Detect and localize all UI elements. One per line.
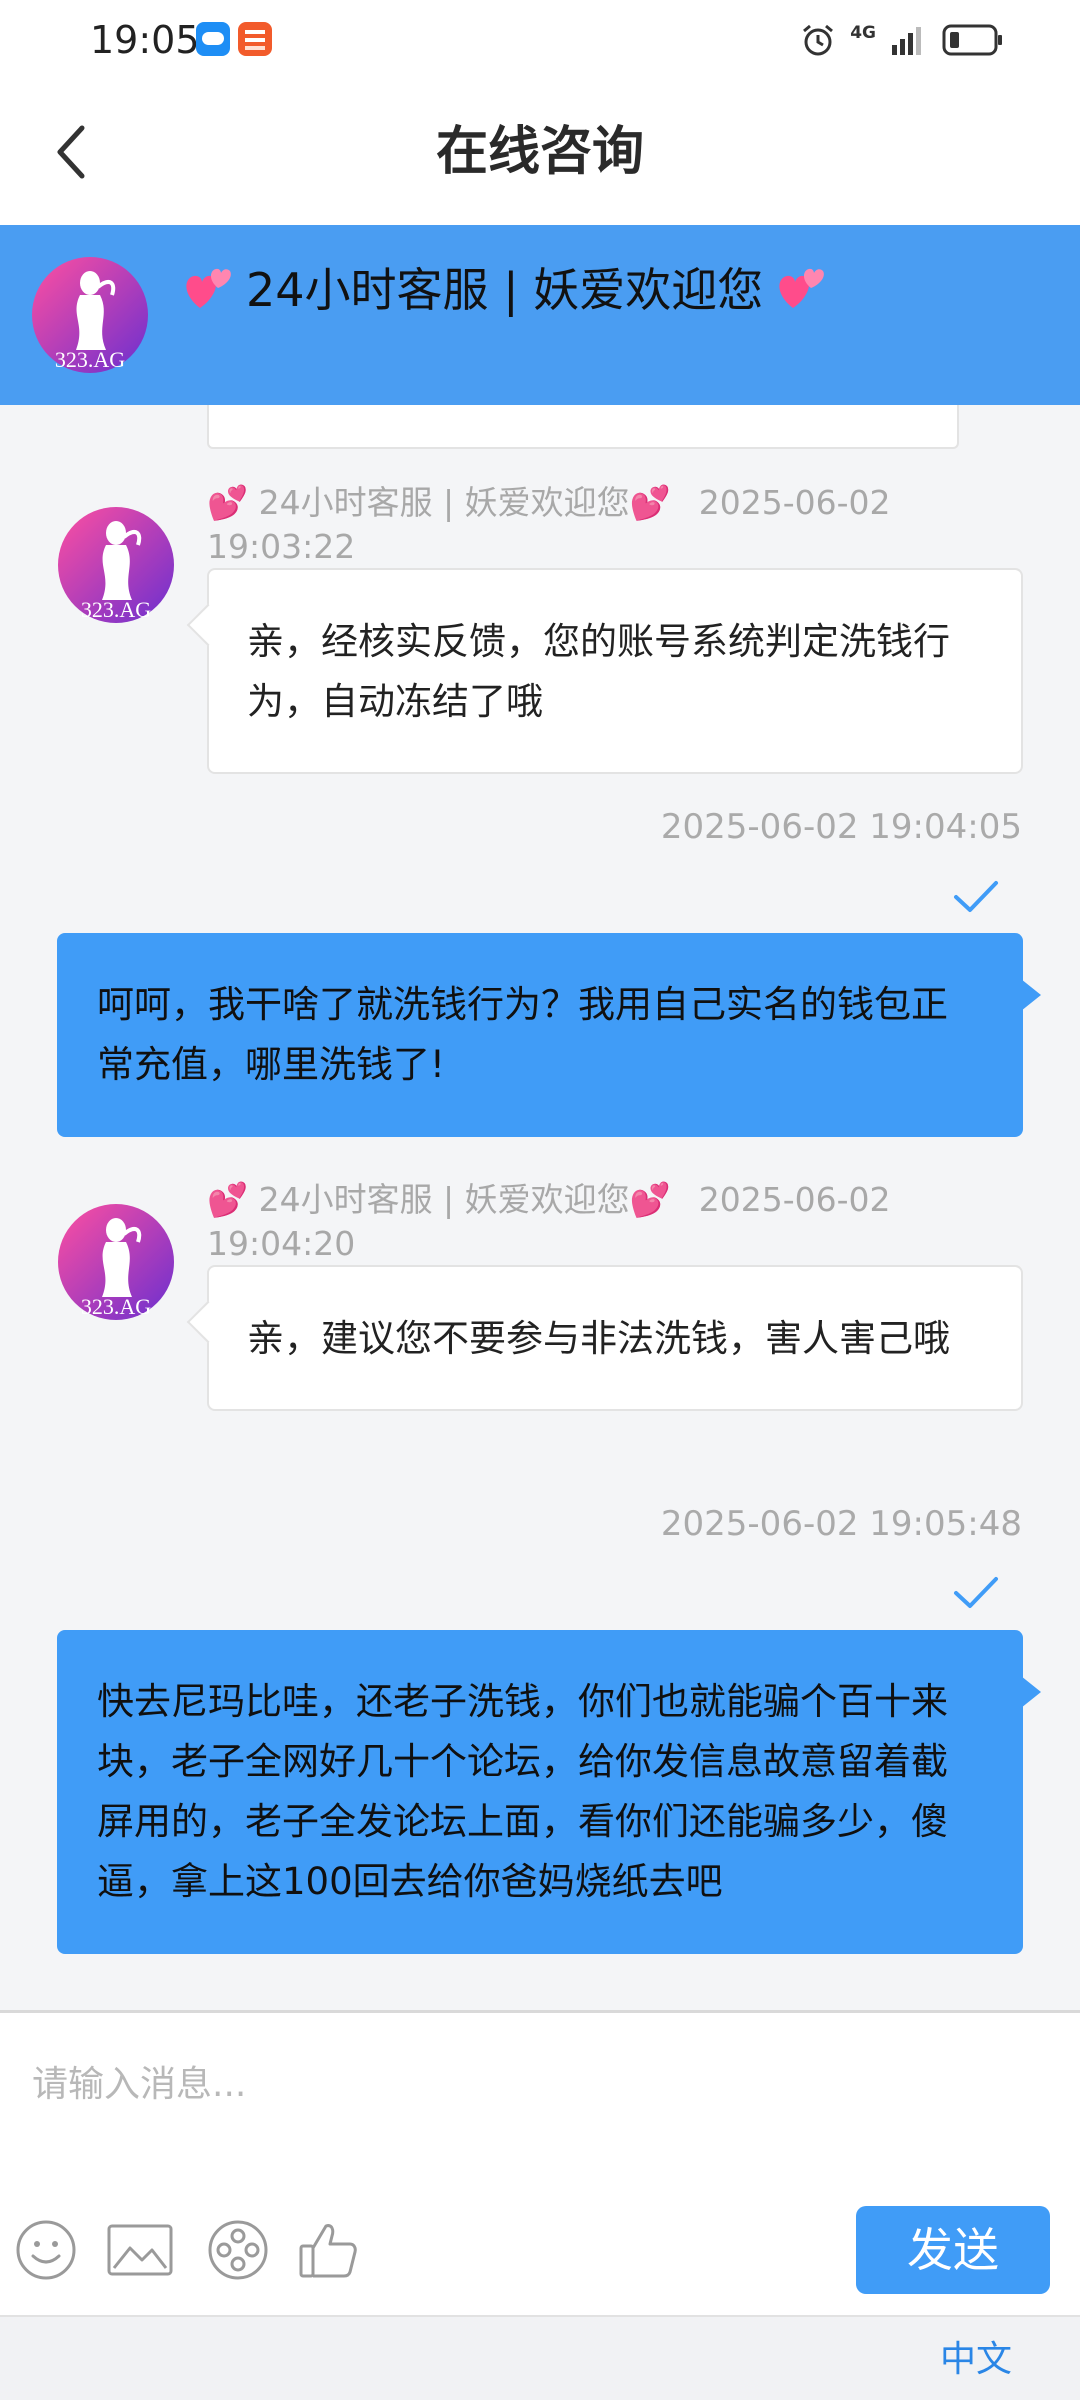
- banner-title-text: 24小时客服 | 妖爱欢迎您: [246, 263, 764, 317]
- emoji-icon[interactable]: [14, 2218, 78, 2282]
- service-avatar: 323.AG: [58, 507, 174, 623]
- message-time: 2025-06-02 19:04:05: [660, 807, 1022, 847]
- avatar-caption: 323.AG: [55, 347, 125, 372]
- status-time: 19:05: [90, 18, 200, 62]
- check-icon: [954, 881, 998, 912]
- message-time: 2025-06-02 19:05:48: [660, 1504, 1022, 1544]
- hearts-icon: [779, 268, 825, 308]
- video-icon[interactable]: [206, 2218, 270, 2282]
- image-icon[interactable]: [106, 2218, 174, 2282]
- title-bar: 在线咨询: [0, 80, 1080, 225]
- message-text: 亲，经核实反馈，您的账号系统判定洗钱行为，自动冻结了哦: [247, 620, 950, 723]
- chat-list[interactable]: 323.AG 💕 24小时客服 | 妖爱欢迎您💕 2025-06-02 19:03…: [0, 405, 1080, 2010]
- message-text: 亲，建议您不要参与非法洗钱，害人害己哦: [247, 1317, 950, 1360]
- send-button[interactable]: 发送: [856, 2206, 1050, 2294]
- signal-icon: [892, 27, 921, 55]
- incoming-message-bubble[interactable]: 亲，建议您不要参与非法洗钱，害人害己哦: [207, 1265, 1023, 1411]
- bottom-bar: 中文: [0, 2315, 1080, 2400]
- service-avatar: 323.AG: [32, 257, 148, 373]
- service-banner: 323.AG 24小时客服 | 妖爱欢迎您: [0, 225, 1080, 405]
- avatar-caption: 323.AG: [81, 597, 151, 622]
- sender-name: 💕 24小时客服 | 妖爱欢迎您💕: [207, 1180, 671, 1219]
- message-input[interactable]: [30, 2053, 1034, 2115]
- message-meta: 💕 24小时客服 | 妖爱欢迎您💕 2025-06-02 19:03:22: [207, 481, 1007, 569]
- hearts-icon: [186, 268, 231, 308]
- banner-title: 24小时客服 | 妖爱欢迎您: [180, 255, 829, 325]
- language-toggle[interactable]: 中文: [940, 2337, 1012, 2383]
- alarm-icon: [803, 24, 834, 56]
- sender-name: 💕 24小时客服 | 妖爱欢迎您💕: [207, 483, 671, 522]
- message-meta: 💕 24小时客服 | 妖爱欢迎您💕 2025-06-02 19:04:20: [207, 1178, 1007, 1266]
- message-text: 快去尼玛比哇，还老子洗钱，你们也就能骗个百十来块，老子全网好几十个论坛，给你发信…: [97, 1680, 948, 1903]
- outgoing-message-bubble[interactable]: 快去尼玛比哇，还老子洗钱，你们也就能骗个百十来块，老子全网好几十个论坛，给你发信…: [57, 1630, 1041, 1954]
- message-text: 呵呵，我干啥了就洗钱行为？我用自己实名的钱包正常充值，哪里洗钱了!: [97, 983, 948, 1086]
- service-avatar: 323.AG: [58, 1204, 174, 1320]
- incoming-message-bubble[interactable]: 亲，经核实反馈，您的账号系统判定洗钱行为，自动冻结了哦: [207, 568, 1023, 774]
- battery-icon: [942, 24, 1002, 56]
- page-title: 在线咨询: [435, 122, 644, 182]
- outgoing-message-bubble[interactable]: 呵呵，我干啥了就洗钱行为？我用自己实名的钱包正常充值，哪里洗钱了!: [57, 933, 1041, 1137]
- status-bar: 19:05 4G: [0, 0, 1080, 80]
- check-icon: [954, 1577, 998, 1608]
- news-app-icon: [238, 22, 272, 56]
- thumbs-up-icon[interactable]: [296, 2218, 360, 2282]
- previous-message-bubble: [207, 405, 959, 449]
- avatar-caption: 323.AG: [81, 1294, 151, 1319]
- network-type-label: 4G: [850, 23, 876, 43]
- status-indicators: 4G: [800, 18, 1004, 62]
- weather-app-icon: [196, 22, 230, 56]
